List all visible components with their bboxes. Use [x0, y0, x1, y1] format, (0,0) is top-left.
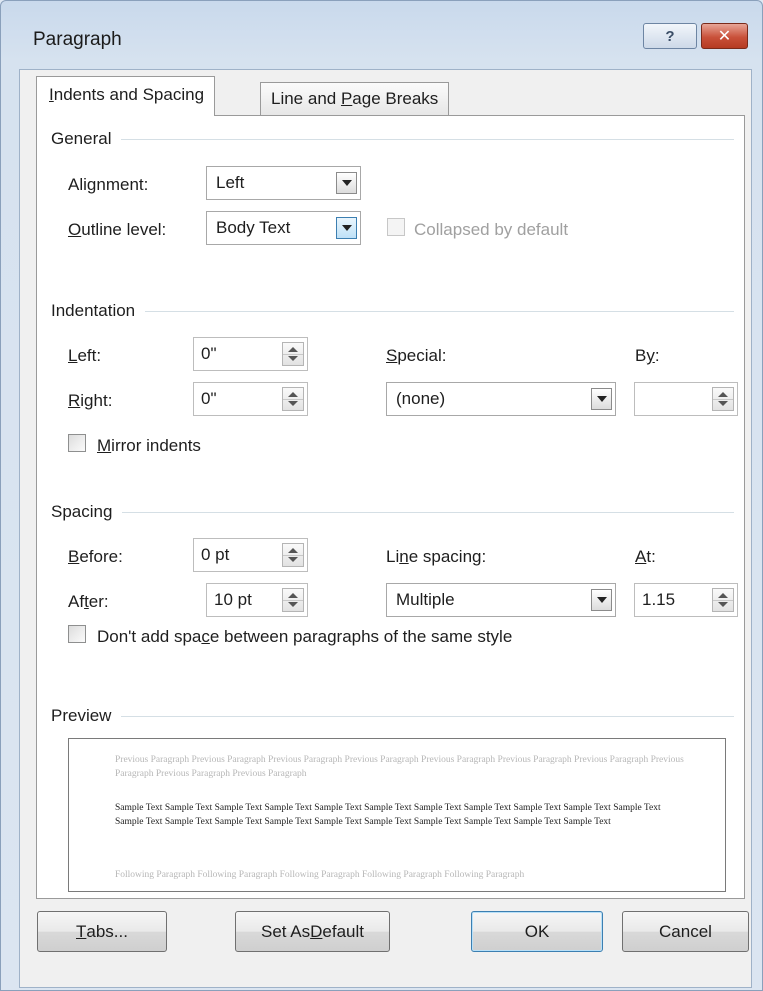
line-spacing-label: Line spacing:: [386, 547, 487, 566]
divider: [122, 511, 734, 513]
space-before-spinner[interactable]: 0 pt: [193, 538, 308, 572]
left-indent-spinner[interactable]: 0": [193, 337, 308, 371]
help-icon: ?: [665, 27, 675, 45]
spin-arrows-icon[interactable]: [282, 342, 304, 366]
right-indent-spinner[interactable]: 0": [193, 382, 308, 416]
tab-panel: General Alignment: Left Outline level: B…: [36, 115, 745, 899]
line-spacing-select[interactable]: Multiple: [386, 583, 616, 617]
by-label: By:: [635, 346, 660, 365]
preview-following-paragraph: Following Paragraph Following Paragraph …: [115, 870, 525, 880]
space-after-spinner[interactable]: 10 pt: [206, 583, 308, 617]
spin-arrows-icon[interactable]: [712, 588, 734, 612]
mirror-indents-checkbox[interactable]: [68, 434, 86, 452]
help-button[interactable]: ?: [643, 23, 697, 49]
tab-indents-and-spacing[interactable]: Indents and Spacing: [36, 76, 216, 116]
spin-arrows-icon[interactable]: [282, 588, 304, 612]
chevron-down-icon: [591, 388, 612, 410]
collapsed-by-default-label: Collapsed by default: [414, 220, 569, 239]
collapsed-by-default-checkbox[interactable]: [387, 218, 405, 236]
at-label: At:: [635, 547, 656, 566]
divider: [121, 715, 734, 717]
alignment-select[interactable]: Left: [206, 166, 361, 200]
spin-arrows-icon[interactable]: [282, 543, 304, 567]
preview-previous-paragraph: Previous Paragraph Previous Paragraph Pr…: [115, 755, 684, 779]
spin-arrows-icon[interactable]: [712, 387, 734, 411]
special-label: Special:: [386, 346, 447, 365]
dialog-client-area: Indents and Spacing Line and Page Breaks…: [19, 69, 752, 988]
by-spinner[interactable]: [634, 382, 738, 416]
tab-line-and-page-breaks[interactable]: Line and Page Breaks: [260, 82, 450, 116]
dont-add-space-label: Don't add space between paragraphs of th…: [97, 627, 513, 646]
alignment-label: Alignment:: [68, 175, 149, 194]
preview-section-header: Preview: [51, 706, 734, 726]
tabs-button[interactable]: Tabs...: [37, 911, 167, 952]
close-button[interactable]: ✕: [701, 23, 748, 49]
cancel-button[interactable]: Cancel: [622, 911, 749, 952]
chevron-down-icon: [591, 589, 612, 611]
chevron-down-icon: [336, 217, 357, 239]
preview-sample-text: Sample Text Sample Text Sample Text Samp…: [115, 803, 661, 827]
outline-level-select[interactable]: Body Text: [206, 211, 361, 245]
general-section-header: General: [51, 129, 734, 149]
indentation-section-header: Indentation: [51, 301, 734, 321]
chevron-down-icon: [336, 172, 357, 194]
close-icon: ✕: [717, 28, 732, 45]
at-spinner[interactable]: 1.15: [634, 583, 738, 617]
divider: [145, 310, 734, 312]
dialog-title: Paragraph: [33, 29, 122, 50]
dont-add-space-checkbox[interactable]: [68, 625, 86, 643]
space-before-label: Before:: [68, 547, 123, 566]
set-as-default-button[interactable]: Set As Default: [235, 911, 390, 952]
paragraph-dialog: Paragraph ? ✕ Indents and Spacing Line a…: [0, 0, 763, 991]
divider: [121, 138, 734, 140]
ok-button[interactable]: OK: [471, 911, 603, 952]
left-indent-label: Left:: [68, 346, 102, 365]
right-indent-label: Right:: [68, 391, 113, 410]
spin-arrows-icon[interactable]: [282, 387, 304, 411]
spacing-section-header: Spacing: [51, 502, 734, 522]
paragraph-preview: Previous Paragraph Previous Paragraph Pr…: [68, 738, 726, 892]
space-after-label: After:: [68, 592, 109, 611]
mirror-indents-label: Mirror indents: [97, 436, 201, 455]
outline-level-label: Outline level:: [68, 220, 167, 239]
special-indent-select[interactable]: (none): [386, 382, 616, 416]
